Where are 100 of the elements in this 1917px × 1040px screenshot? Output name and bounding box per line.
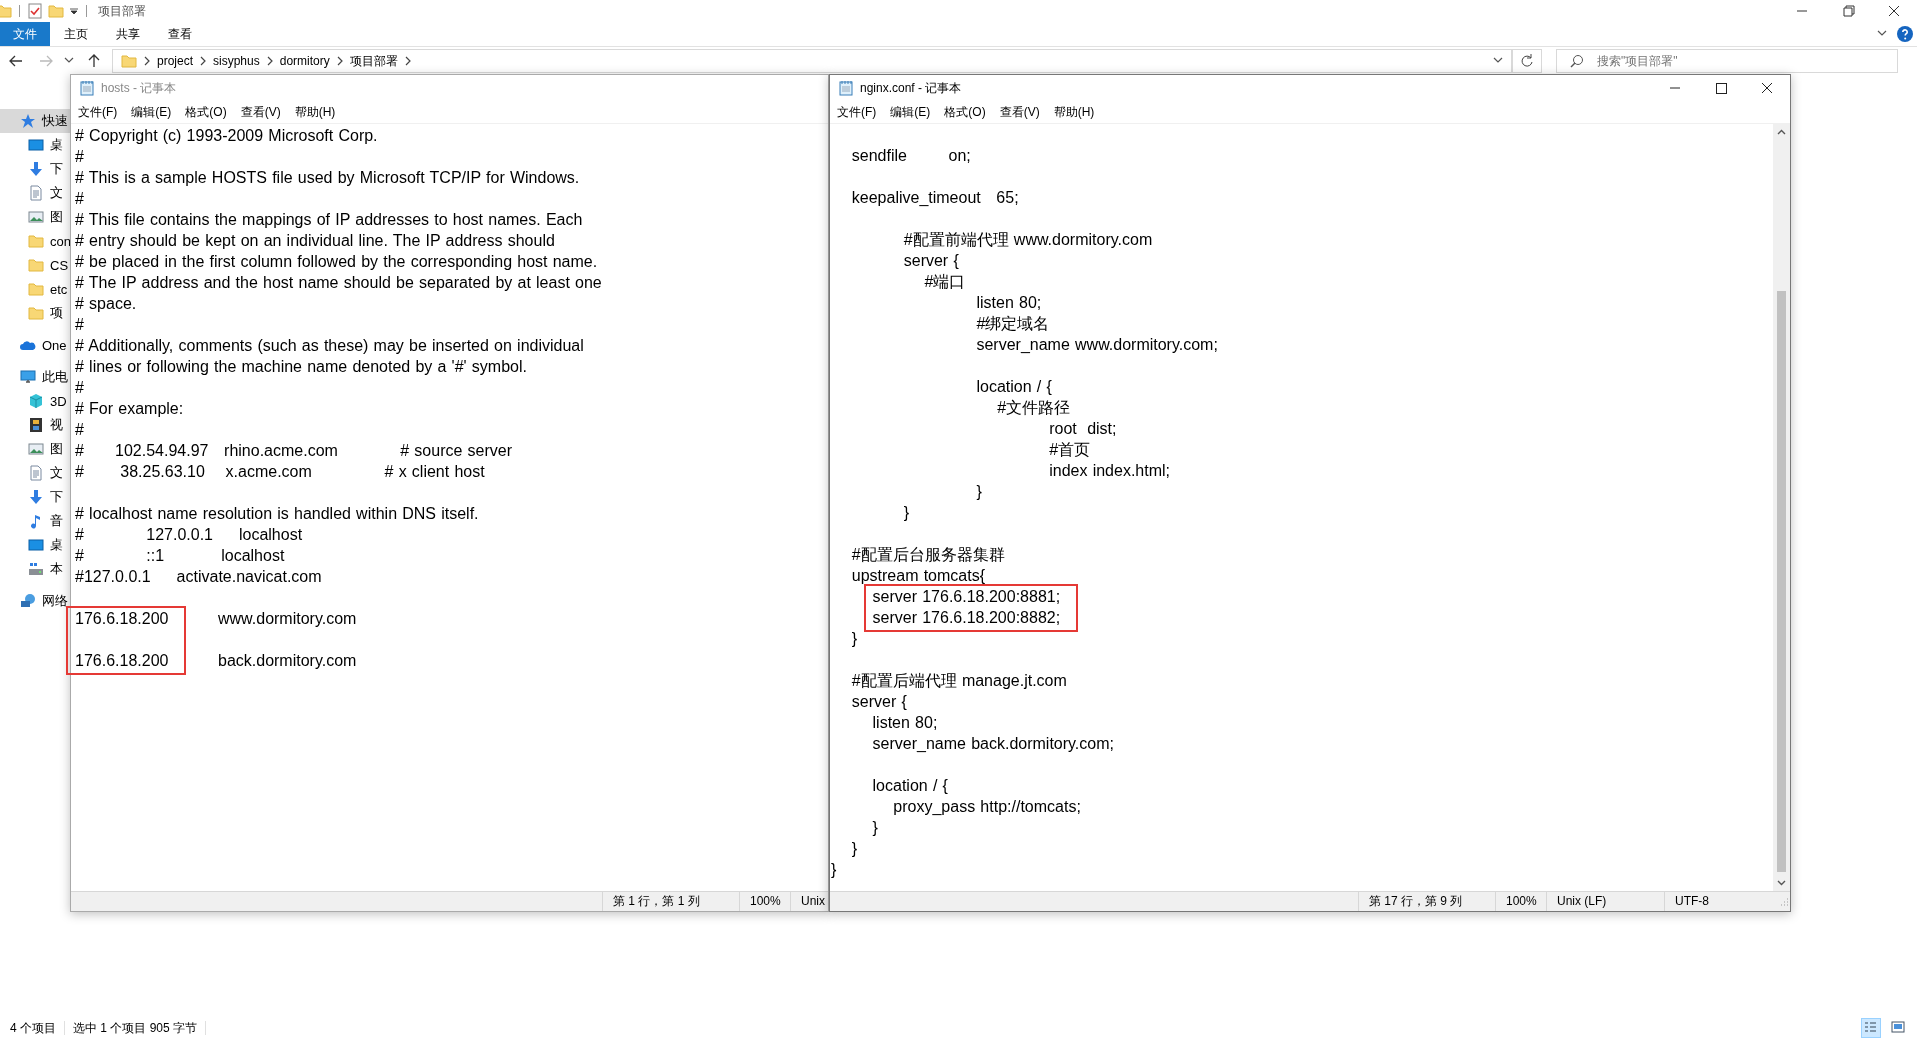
text-line: #文件路径 [996, 399, 1071, 416]
sidebar-item[interactable]: 桌 [0, 133, 70, 157]
sidebar-item[interactable]: 音 [0, 509, 70, 533]
menu-item[interactable]: 编辑(E) [126, 103, 177, 121]
sidebar-item[interactable]: 3D [0, 389, 70, 413]
resize-grip-icon[interactable] [1779, 896, 1789, 907]
sidebar-item[interactable]: 文 [0, 181, 70, 205]
sidebar-item[interactable]: 下 [0, 157, 70, 181]
menu-item[interactable]: 文件(F) [73, 103, 123, 121]
search-icon [1570, 54, 1584, 68]
text-line: server_name back.dormitory.com; [871, 735, 1114, 752]
menu-item[interactable]: 编辑(E) [885, 103, 936, 121]
text-line: # be placed in the first column followed by the corresponding host name. [75, 253, 598, 270]
menu-item[interactable]: 帮助(H) [289, 103, 341, 121]
menu-item[interactable]: 查看(V) [235, 103, 286, 121]
menu-item[interactable]: 帮助(H) [1048, 103, 1100, 121]
notepad-icon [79, 80, 95, 96]
window-title: 项目部署 [98, 2, 146, 20]
menu-item[interactable]: 格式(O) [939, 103, 991, 121]
sidebar-item[interactable]: One [0, 333, 70, 357]
search-field[interactable]: 搜索"项目部署" [1556, 49, 1898, 73]
text-line: } [871, 819, 878, 836]
sidebar-item[interactable]: CS [0, 253, 70, 277]
chevron-right-icon[interactable] [143, 56, 151, 66]
menu-item[interactable]: 格式(O) [180, 103, 232, 121]
caret-icon[interactable] [69, 6, 79, 16]
sidebar-item[interactable]: 快速 [0, 109, 70, 133]
sidebar-item[interactable]: 图 [0, 437, 70, 461]
drive-icon [28, 561, 44, 577]
text-line: # [75, 148, 84, 165]
chevron-right-icon[interactable] [403, 56, 412, 66]
text-line: location / { [871, 777, 948, 794]
text-line: # [75, 379, 84, 396]
status-text: Unix [790, 892, 828, 911]
text-line: #127.0.0.1 activate.navicat.com [75, 568, 322, 585]
text-line: # [75, 316, 84, 333]
sidebar-item[interactable]: 项 [0, 301, 70, 325]
refresh-icon[interactable] [1512, 49, 1542, 73]
ribbon-tab[interactable]: 查看 [154, 22, 206, 46]
text-line: # localhost name resolution is handled within DNS itself. [75, 505, 479, 522]
status-text: Unix (LF) [1546, 892, 1664, 911]
folder-icon [28, 305, 44, 321]
text-line: } [975, 483, 982, 500]
sidebar-item[interactable]: etc [0, 277, 70, 301]
sidebar-item[interactable]: 网络 [0, 589, 70, 613]
back-arrow-icon[interactable] [8, 53, 24, 69]
ribbon-tab[interactable]: 共享 [102, 22, 154, 46]
breadcrumb-item[interactable]: 项目部署 [349, 52, 398, 70]
sidebar-item[interactable]: 文 [0, 461, 70, 485]
film-icon [28, 417, 44, 433]
host-name: back.dormitory.com [218, 651, 357, 671]
text-line: #配置后台服务器集群 [850, 546, 1005, 563]
text-line: #端口 [923, 273, 966, 290]
ribbon-tab[interactable]: 主页 [50, 22, 102, 46]
text-line: # 127.0.0.1 localhost [75, 526, 303, 543]
monitor-icon [28, 137, 44, 153]
help-icon[interactable] [1897, 26, 1913, 42]
status-text: 选中 1 个项目 905 字节 [73, 1019, 198, 1037]
text-line: #配置后端代理 manage.jt.com [850, 672, 1067, 689]
text-line: server 176.6.18.200:8881; [871, 588, 1061, 605]
text-line: # 102.54.94.97 rhino.acme.com # source server [75, 442, 512, 459]
text-line: server { [850, 693, 907, 710]
sidebar-item[interactable]: 本 [0, 557, 70, 581]
sidebar-item[interactable]: 下 [0, 485, 70, 509]
ribbon-tab[interactable]: 文件 [0, 22, 50, 46]
status-text: UTF-8 [1664, 892, 1779, 911]
breadcrumb-item[interactable]: dormitory [279, 54, 330, 68]
text-line: } [902, 504, 910, 521]
menu-item[interactable]: 文件(F) [832, 103, 882, 121]
status-text: 4 个项目 [10, 1019, 56, 1037]
chevron-right-icon[interactable] [265, 56, 274, 66]
scrollbar[interactable] [1773, 124, 1790, 891]
breadcrumb-item[interactable]: sisyphus [213, 54, 260, 68]
text-line: # This file contains the mappings of IP addresses to host names. Each [75, 211, 583, 228]
breadcrumb-item[interactable]: project [157, 54, 194, 68]
text-line: # ::1 localhost [75, 547, 285, 564]
scrollbar-thumb[interactable] [1777, 291, 1786, 872]
chevron-right-icon[interactable] [335, 56, 344, 66]
menu-item[interactable]: 查看(V) [994, 103, 1045, 121]
address-bar[interactable]: project sisyphus dormitory 项目部署 [112, 49, 1512, 73]
folder-icon [121, 53, 137, 69]
text-line: #绑定域名 [975, 315, 1050, 332]
text-line: # [75, 190, 84, 207]
host-name: www.dormitory.com [218, 609, 357, 629]
sidebar-item[interactable]: 视 [0, 413, 70, 437]
image-icon [28, 209, 44, 225]
window-title: nginx.conf - 记事本 [860, 79, 962, 97]
text-line: } [831, 861, 837, 878]
sidebar-item[interactable]: con [0, 229, 70, 253]
text-line: # lines or following the machine name denoted by a '#' symbol. [75, 358, 527, 375]
download-icon [28, 489, 44, 505]
sidebar-item[interactable]: 此电 [0, 365, 70, 389]
text-line: proxy_pass http://tomcats; [892, 798, 1081, 815]
sidebar-item[interactable]: 图 [0, 205, 70, 229]
text-line: # [75, 421, 84, 438]
up-arrow-icon[interactable] [86, 53, 102, 69]
sidebar-item[interactable]: 桌 [0, 533, 70, 557]
chevron-right-icon[interactable] [199, 56, 208, 66]
folder-icon [28, 281, 44, 297]
checklist-icon[interactable] [27, 3, 43, 19]
